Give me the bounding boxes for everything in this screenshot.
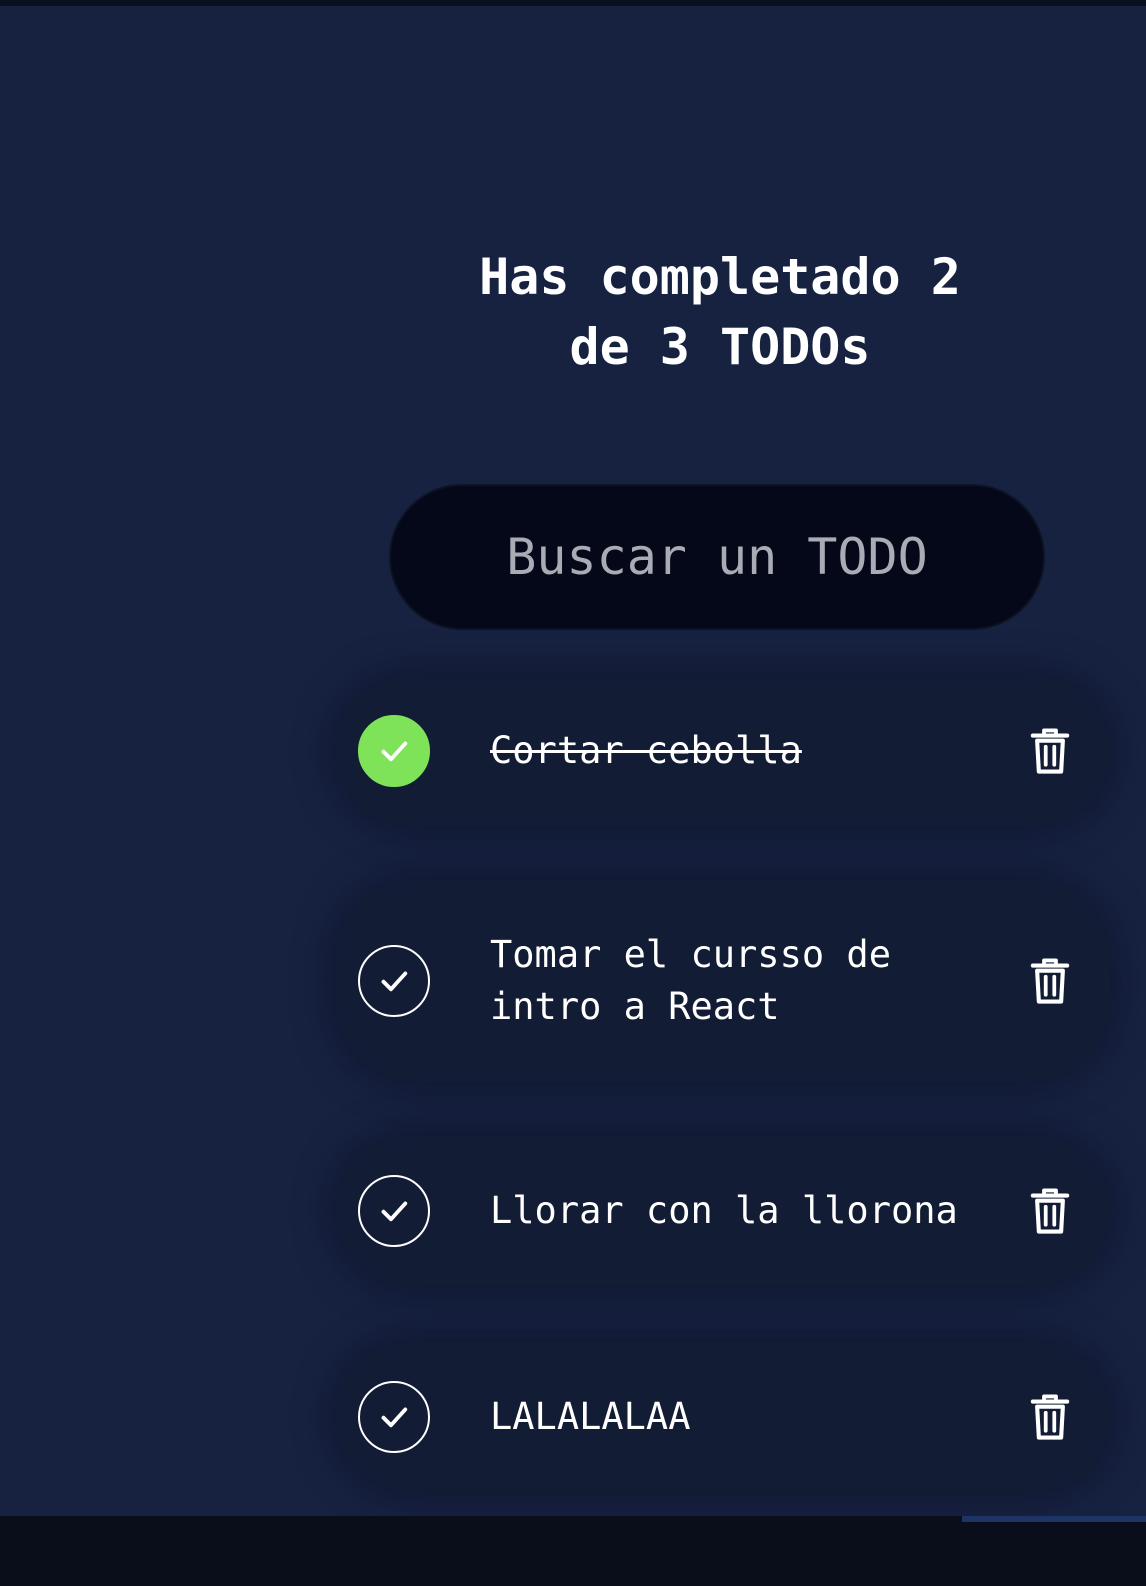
trash-icon: [1030, 1188, 1070, 1234]
todo-item: Tomar el cursso de intro a React: [336, 880, 1110, 1082]
todo-text: LALALALAA: [490, 1395, 691, 1438]
todo-text-line2: intro a React: [490, 985, 780, 1028]
delete-button[interactable]: [1024, 725, 1076, 777]
check-icon: [381, 1201, 408, 1222]
bottom-bar-accent: [962, 1516, 1146, 1522]
todo-text-line1: Tomar el cursso de: [490, 933, 891, 976]
check-icon: [381, 1407, 408, 1428]
search-input[interactable]: [389, 484, 1045, 630]
complete-toggle[interactable]: [358, 1175, 430, 1247]
delete-button[interactable]: [1024, 955, 1076, 1007]
todo-text: Tomar el cursso de intro a React: [490, 929, 990, 1033]
todo-text: Llorar con la llorona: [490, 1189, 958, 1232]
check-icon: [381, 741, 408, 762]
complete-toggle[interactable]: [358, 945, 430, 1017]
trash-icon: [1030, 728, 1070, 774]
todo-item: Llorar con la llorona: [336, 1136, 1110, 1286]
complete-toggle[interactable]: [358, 1381, 430, 1453]
bottom-bar: [0, 1516, 1146, 1586]
trash-icon: [1030, 1394, 1070, 1440]
trash-icon: [1030, 958, 1070, 1004]
todo-counter-line1: Has completado 2: [479, 248, 961, 306]
todo-counter: Has completado 2 de 3 TODOs: [440, 242, 1000, 382]
delete-button[interactable]: [1024, 1391, 1076, 1443]
todo-text: Cortar cebolla: [490, 729, 802, 772]
complete-toggle[interactable]: [358, 715, 430, 787]
todo-app: Has completado 2 de 3 TODOs Cortar cebol…: [0, 6, 1146, 1516]
delete-button[interactable]: [1024, 1185, 1076, 1237]
todo-counter-line2: de 3 TODOs: [569, 318, 871, 376]
todo-item: Cortar cebolla: [336, 676, 1110, 826]
todo-item: LALALALAA: [336, 1342, 1110, 1492]
check-icon: [381, 971, 408, 992]
